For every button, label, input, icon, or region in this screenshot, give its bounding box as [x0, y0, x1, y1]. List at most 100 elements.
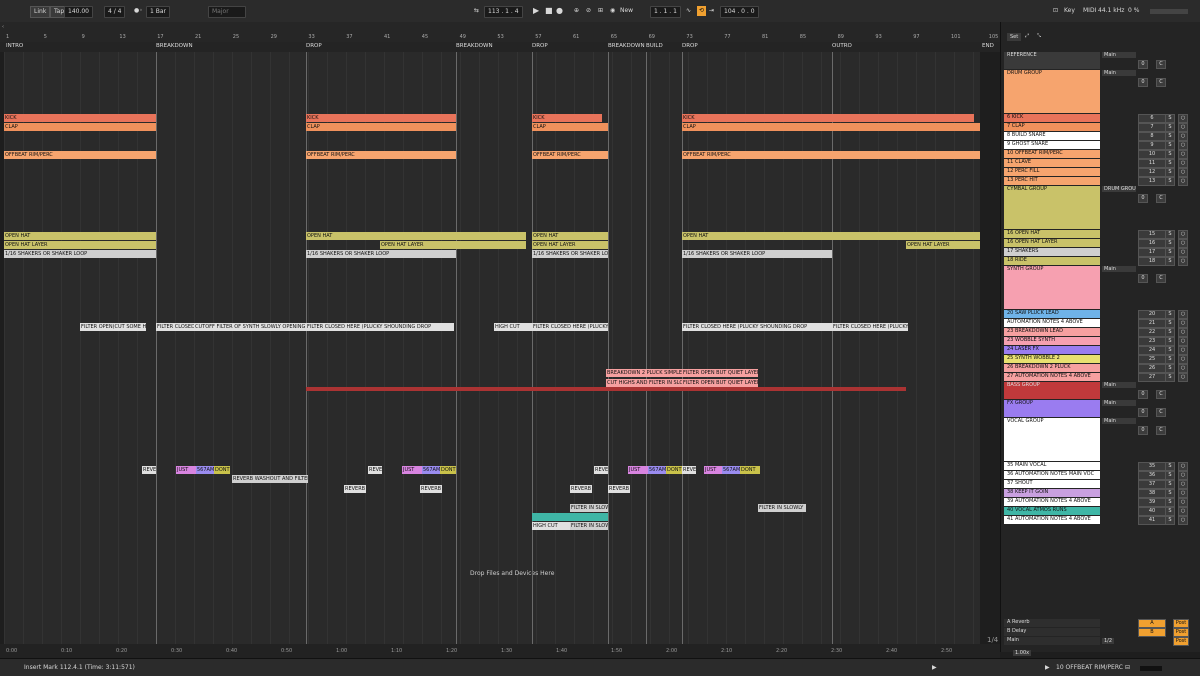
loop-start-field[interactable]: 1 . 1 . 1: [650, 6, 681, 18]
track-number[interactable]: 25: [1138, 355, 1166, 364]
track-header[interactable]: 6 KICK: [1004, 114, 1100, 122]
track-header[interactable]: 24 LASER FX: [1004, 346, 1100, 354]
solo-button[interactable]: S: [1165, 168, 1175, 177]
return-track-header[interactable]: A Reverb: [1004, 619, 1100, 627]
track-header[interactable]: 16 OPEN HAT LAYER: [1004, 239, 1100, 247]
track-output-menu[interactable]: Main: [1102, 418, 1136, 424]
clip[interactable]: OPEN HAT LAYER: [906, 241, 980, 249]
clip[interactable]: DONT: [666, 466, 682, 474]
mute-button[interactable]: 0: [1138, 408, 1148, 417]
arm-icon[interactable]: ○: [1178, 328, 1188, 337]
arrangement-position[interactable]: 113 . 1 . 4: [484, 6, 523, 18]
solo-button[interactable]: S: [1165, 480, 1175, 489]
track-output-menu[interactable]: Main: [1102, 400, 1136, 406]
locator-label[interactable]: BREAKDOWN: [156, 43, 193, 49]
track-number[interactable]: 18: [1138, 257, 1166, 266]
return-letter[interactable]: A: [1138, 619, 1166, 628]
clip[interactable]: FILTER IN SLOWLY: [758, 504, 806, 512]
time-signature-field[interactable]: 4 / 4: [104, 6, 126, 18]
arm-icon[interactable]: ○: [1178, 373, 1188, 382]
clip[interactable]: OPEN HAT: [682, 232, 980, 240]
arm-icon[interactable]: ○: [1178, 355, 1188, 364]
clip[interactable]: 567AM: [648, 466, 668, 474]
track-header[interactable]: BASS GROUP: [1004, 382, 1100, 399]
play-selection-icon[interactable]: ▶: [932, 663, 937, 673]
solo-button[interactable]: C: [1156, 194, 1166, 203]
solo-button[interactable]: C: [1156, 78, 1166, 87]
record-icon[interactable]: ●: [556, 6, 563, 16]
track-number[interactable]: 24: [1138, 346, 1166, 355]
track-header[interactable]: 25 SYNTH WOBBLE 2: [1004, 355, 1100, 363]
clip[interactable]: HIGH CUT: [532, 522, 570, 530]
clip[interactable]: REVERB: [594, 466, 608, 474]
track-number[interactable]: 35: [1138, 462, 1166, 471]
track-number[interactable]: 41: [1138, 516, 1166, 525]
track-number[interactable]: 6: [1138, 114, 1166, 123]
solo-button[interactable]: S: [1165, 141, 1175, 150]
link-button[interactable]: Link: [30, 6, 51, 18]
track-header[interactable]: VOCAL GROUP: [1004, 418, 1100, 461]
clip[interactable]: 1/16 SHAKERS OR SHAKER LOOP: [532, 250, 608, 258]
track-header[interactable]: FX GROUP: [1004, 400, 1100, 417]
track-header[interactable]: DRUM GROUP: [1004, 70, 1100, 113]
locator-label[interactable]: BREAKDOWN: [608, 43, 645, 49]
clip[interactable]: OPEN HAT: [4, 232, 156, 240]
bass-clip-strip[interactable]: [306, 387, 906, 391]
locator-lane[interactable]: INTRO BREAKDOWN DROP BREAKDOWN DROP BREAKDOWN…: [0, 42, 1000, 52]
tempo-field[interactable]: 140.00: [64, 6, 93, 18]
track-number[interactable]: 37: [1138, 480, 1166, 489]
metronome-icon[interactable]: ●◦: [134, 6, 143, 16]
automation-arm-icon[interactable]: ⊘: [586, 6, 591, 16]
clip[interactable]: JUST: [402, 466, 422, 474]
solo-button[interactable]: S: [1165, 346, 1175, 355]
track-header[interactable]: 37 SHOUT: [1004, 480, 1100, 488]
locator-label[interactable]: OUTRO: [832, 43, 852, 49]
solo-button[interactable]: S: [1165, 239, 1175, 248]
solo-button[interactable]: S: [1165, 132, 1175, 141]
clip[interactable]: CLAP: [532, 123, 608, 131]
clip[interactable]: OFFBEAT RIM/PERC: [4, 151, 156, 159]
clip[interactable]: REVERB WASHOUT AND FILTER: [232, 475, 308, 483]
return-track-header[interactable]: B Delay: [1004, 628, 1100, 636]
solo-button[interactable]: S: [1165, 159, 1175, 168]
clip[interactable]: OPEN HAT LAYER: [4, 241, 156, 249]
track-header[interactable]: 11 CLAVE: [1004, 159, 1100, 167]
loop-switch-icon[interactable]: ⟲: [697, 6, 707, 16]
clip[interactable]: OPEN HAT LAYER: [532, 241, 608, 249]
track-header[interactable]: 9 GHOST SNARE: [1004, 141, 1100, 149]
track-number[interactable]: 21: [1138, 319, 1166, 328]
key-map-icon[interactable]: ⊡: [1053, 6, 1058, 16]
follow-icon[interactable]: ⇆: [474, 6, 479, 16]
track-number[interactable]: 15: [1138, 230, 1166, 239]
arm-icon[interactable]: ○: [1178, 159, 1188, 168]
locator-label[interactable]: INTRO: [6, 43, 23, 49]
arm-icon[interactable]: ○: [1178, 480, 1188, 489]
solo-button[interactable]: S: [1165, 373, 1175, 382]
clip[interactable]: FILTER CLOSED HERE (PLUCKY SHOUNDING DRO…: [532, 323, 608, 331]
clip[interactable]: OFFBEAT RIM/PERC: [306, 151, 456, 159]
clip[interactable]: KICK: [682, 114, 974, 122]
clip[interactable]: 567AM: [722, 466, 742, 474]
arm-icon[interactable]: ○: [1178, 168, 1188, 177]
return-letter[interactable]: B: [1138, 628, 1166, 637]
arm-icon[interactable]: ○: [1178, 114, 1188, 123]
solo-button[interactable]: S: [1165, 489, 1175, 498]
locator-label[interactable]: DROP: [306, 43, 322, 49]
solo-button[interactable]: S: [1165, 177, 1175, 186]
track-number[interactable]: 8: [1138, 132, 1166, 141]
clip[interactable]: HIGH CUT: [494, 323, 532, 331]
mute-button[interactable]: 0: [1138, 60, 1148, 69]
session-record-icon[interactable]: ◉: [610, 6, 615, 16]
solo-button[interactable]: C: [1156, 426, 1166, 435]
track-header[interactable]: 7 CLAP: [1004, 123, 1100, 131]
track-output-menu[interactable]: DRUM GROU: [1102, 186, 1136, 192]
arrangement-view[interactable]: Drop Files and Devices Here KICK KICK KICK…: [4, 52, 980, 652]
clip[interactable]: JUST: [628, 466, 648, 474]
track-number[interactable]: 40: [1138, 507, 1166, 516]
track-number[interactable]: 20: [1138, 310, 1166, 319]
arm-icon[interactable]: ○: [1178, 230, 1188, 239]
clip[interactable]: FILTER OPEN BUT QUIET LAYER: [682, 379, 758, 387]
track-number[interactable]: 22: [1138, 328, 1166, 337]
arm-icon[interactable]: ○: [1178, 257, 1188, 266]
arm-icon[interactable]: ○: [1178, 239, 1188, 248]
